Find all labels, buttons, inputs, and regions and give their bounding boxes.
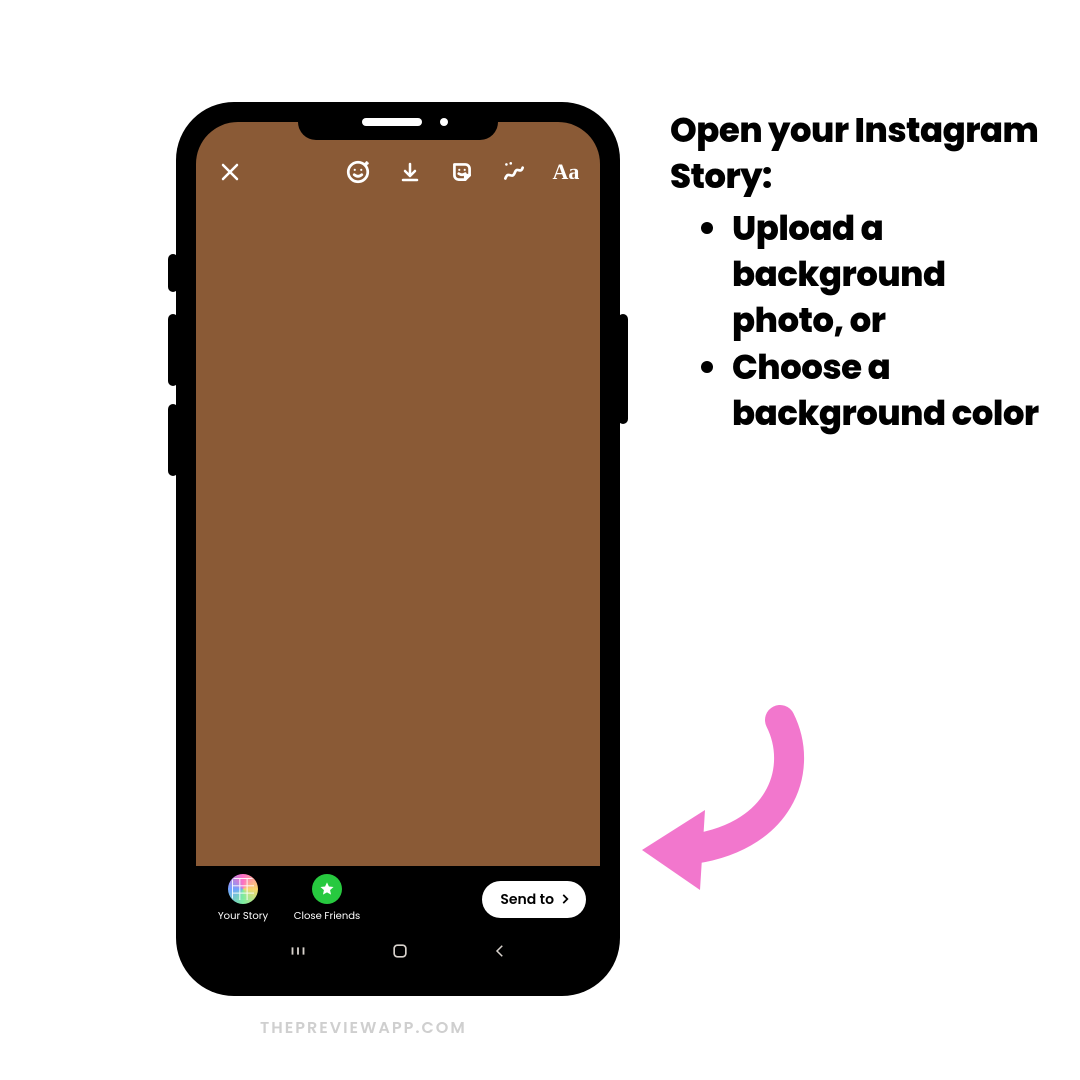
instructions-bullet-1: Upload a background photo, or	[732, 206, 1040, 344]
close-friends-label: Close Friends	[294, 908, 360, 924]
watermark: THEPREVIEWAPP.COM	[260, 1015, 467, 1040]
instructions-list: Upload a background photo, or Choose a b…	[670, 206, 1040, 437]
phone-speaker	[362, 118, 422, 126]
sticker-icon[interactable]	[446, 156, 478, 188]
phone-screen: Aa Your Story Close Friends Send to	[196, 122, 600, 976]
send-to-button[interactable]: Send to	[482, 881, 586, 918]
your-story-button[interactable]: Your Story	[210, 874, 276, 924]
download-icon[interactable]	[394, 156, 426, 188]
instructions-bullet-2: Choose a background color	[732, 345, 1040, 437]
phone-volume-down	[168, 404, 178, 476]
phone-power-button	[618, 314, 628, 424]
phone-volume-up	[168, 314, 178, 386]
phone-mockup: Aa Your Story Close Friends Send to	[178, 104, 618, 994]
instructions-text: Open your Instagram Story: Upload a back…	[670, 108, 1040, 437]
close-friends-icon	[312, 874, 342, 904]
story-share-bar: Your Story Close Friends Send to	[196, 866, 600, 932]
android-back-icon[interactable]	[491, 942, 509, 967]
your-story-label: Your Story	[218, 908, 268, 924]
phone-side-button	[168, 254, 178, 292]
story-top-toolbar: Aa	[196, 148, 600, 196]
chevron-right-icon	[558, 892, 572, 906]
android-nav-bar	[196, 932, 600, 976]
instruction-arrow-icon	[630, 700, 830, 900]
send-to-label: Send to	[500, 889, 554, 910]
story-canvas[interactable]: Aa	[196, 122, 600, 866]
text-tool-icon[interactable]: Aa	[550, 156, 582, 188]
android-recents-icon[interactable]	[287, 940, 309, 969]
phone-notch	[298, 104, 498, 140]
effects-icon[interactable]	[342, 156, 374, 188]
close-friends-button[interactable]: Close Friends	[294, 874, 360, 924]
close-icon[interactable]	[214, 156, 246, 188]
android-home-icon[interactable]	[390, 941, 410, 968]
phone-camera	[440, 118, 448, 126]
instructions-heading: Open your Instagram Story:	[670, 108, 1040, 200]
your-story-icon	[228, 874, 258, 904]
draw-icon[interactable]	[498, 156, 530, 188]
